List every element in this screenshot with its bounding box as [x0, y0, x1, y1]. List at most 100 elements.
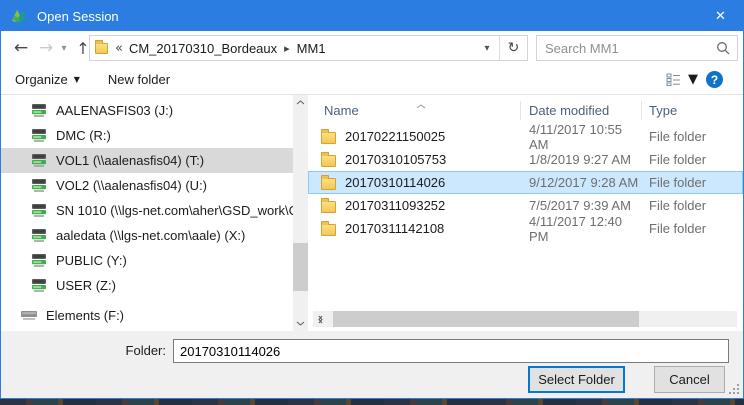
- open-session-dialog: Open Session ✕ ← → ▾ ↑ « CM_20170310_Bor…: [0, 0, 744, 399]
- sidebar-item-label: Elements (F:): [46, 308, 124, 323]
- file-type: File folder: [642, 175, 743, 190]
- column-headers: Name Date modified Type: [308, 95, 743, 125]
- sidebar-item-label: VOL2 (\\aalenasfis04) (U:): [56, 178, 207, 193]
- cancel-button[interactable]: Cancel: [654, 366, 725, 393]
- sidebar-item-drive-j[interactable]: AALENASFIS03 (J:): [1, 98, 293, 123]
- organize-button[interactable]: Organize ▼: [7, 68, 88, 92]
- file-name: 20170310114026: [345, 175, 445, 190]
- file-row[interactable]: 20170310105753 1/8/2019 9:27 AM File fol…: [308, 148, 743, 171]
- file-date-modified: 9/12/2017 9:28 AM: [521, 175, 642, 190]
- file-date-modified: 1/8/2019 9:27 AM: [521, 152, 642, 167]
- change-view-button[interactable]: ▼: [666, 72, 698, 87]
- folder-icon: [321, 224, 336, 236]
- file-date-modified: 4/11/2017 12:40 PM: [521, 214, 642, 244]
- file-row[interactable]: 20170221150025 4/11/2017 10:55 AM File f…: [308, 125, 743, 148]
- network-drive-icon: [31, 229, 47, 242]
- file-name: 20170311142108: [345, 221, 444, 236]
- network-drive-icon: [31, 204, 47, 217]
- sidebar-item-drive-r[interactable]: DMC (R:): [1, 123, 293, 148]
- app-icon: [10, 8, 28, 24]
- folder-name-input[interactable]: [173, 339, 729, 363]
- scroll-up-icon[interactable]: [293, 95, 308, 110]
- folder-icon: [321, 201, 336, 213]
- search-box: [536, 35, 738, 61]
- file-type: File folder: [642, 198, 743, 213]
- recent-locations-chevron-icon[interactable]: ▾: [57, 31, 71, 65]
- file-list-horizontal-scrollbar[interactable]: [313, 311, 737, 327]
- title-bar: Open Session ✕: [1, 1, 743, 31]
- sidebar-item-label: aaledata (\\lgs-net.com\aale) (X:): [56, 228, 245, 243]
- scroll-down-icon[interactable]: [293, 316, 308, 331]
- view-dropdown-icon: ▼: [688, 72, 698, 87]
- sidebar-item-label: PUBLIC (Y:): [56, 253, 127, 268]
- file-date-modified: 7/5/2017 9:39 AM: [521, 198, 642, 213]
- sidebar-item-label: SN 1010 (\\lgs-net.com\aher\GSD_work\Cit…: [56, 203, 293, 218]
- network-drive-icon: [31, 254, 47, 267]
- file-name: 20170221150025: [345, 129, 445, 144]
- window-title: Open Session: [37, 9, 119, 24]
- sidebar-item-drive-y[interactable]: PUBLIC (Y:): [1, 248, 293, 273]
- file-type: File folder: [642, 129, 743, 144]
- folder-field-label: Folder:: [86, 343, 166, 358]
- sidebar-item-drive-u[interactable]: VOL2 (\\aalenasfis04) (U:): [1, 173, 293, 198]
- folder-icon: [321, 178, 336, 190]
- refresh-icon[interactable]: ↻: [500, 40, 527, 56]
- address-bar[interactable]: « CM_20170310_Bordeaux ▸ MM1 ▾ ↻: [89, 35, 528, 61]
- dialog-footer: Folder: Select Folder Cancel: [1, 331, 743, 398]
- sidebar-vertical-scrollbar[interactable]: [293, 95, 308, 331]
- new-folder-button[interactable]: New folder: [100, 68, 178, 92]
- column-header-type[interactable]: Type: [642, 101, 743, 120]
- breadcrumb-folder-icon: [95, 43, 108, 54]
- hard-drive-icon: [21, 310, 37, 321]
- sidebar-item-drive-t-selected[interactable]: VOL1 (\\aalenasfis04) (T:): [1, 148, 293, 173]
- sidebar-item-drive-z[interactable]: USER (Z:): [1, 273, 293, 298]
- main-area: AALENASFIS03 (J:) DMC (R:) VOL1 (\\aalen…: [1, 95, 743, 331]
- search-icon[interactable]: [709, 41, 737, 55]
- scrollbar-thumb[interactable]: [333, 311, 639, 327]
- breadcrumb-segment-current[interactable]: MM1: [294, 41, 329, 56]
- resize-grip-icon[interactable]: [729, 384, 739, 394]
- breadcrumb-separator-icon: ▸: [280, 42, 294, 55]
- folder-icon: [321, 155, 336, 167]
- file-name: 20170310105753: [345, 152, 446, 167]
- drive-tree: AALENASFIS03 (J:) DMC (R:) VOL1 (\\aalen…: [1, 95, 293, 331]
- scrollbar-thumb[interactable]: [293, 243, 308, 291]
- breadcrumb-collapsed[interactable]: «: [108, 41, 126, 56]
- back-icon[interactable]: ←: [9, 31, 33, 65]
- organize-label: Organize: [15, 72, 68, 87]
- help-button[interactable]: ?: [706, 71, 723, 88]
- sidebar-item-label: DMC (R:): [56, 128, 111, 143]
- forward-icon[interactable]: →: [34, 31, 58, 65]
- file-name: 20170311093252: [345, 198, 445, 213]
- organize-dropdown-icon: ▼: [74, 75, 80, 84]
- network-drive-icon: [31, 104, 47, 117]
- file-list-pane: Name Date modified Type 20170221150025 4…: [308, 95, 743, 331]
- sidebar-item-drive-x[interactable]: aaledata (\\lgs-net.com\aale) (X:): [1, 223, 293, 248]
- sidebar-item-sn1010[interactable]: SN 1010 (\\lgs-net.com\aher\GSD_work\Cit…: [1, 198, 293, 223]
- file-type: File folder: [642, 221, 743, 236]
- close-icon[interactable]: ✕: [698, 1, 743, 31]
- breadcrumb-segment-root[interactable]: CM_20170310_Bordeaux: [126, 41, 280, 56]
- address-dropdown-chevron-icon[interactable]: ▾: [475, 43, 499, 54]
- network-drive-icon: [31, 154, 47, 167]
- sidebar-item-label: VOL1 (\\aalenasfis04) (T:): [56, 153, 204, 168]
- new-folder-label: New folder: [108, 72, 170, 87]
- column-header-date-modified[interactable]: Date modified: [521, 101, 642, 120]
- search-input[interactable]: [537, 41, 709, 56]
- select-folder-button[interactable]: Select Folder: [528, 366, 625, 393]
- sidebar-item-elements-f[interactable]: Elements (F:): [1, 303, 293, 328]
- navigation-bar: ← → ▾ ↑ « CM_20170310_Bordeaux ▸ MM1 ▾ ↻: [1, 31, 743, 65]
- sidebar-item-label: USER (Z:): [56, 278, 116, 293]
- file-row[interactable]: 20170311142108 4/11/2017 12:40 PM File f…: [308, 217, 743, 240]
- network-drive-icon: [31, 179, 47, 192]
- desktop-background: [0, 399, 744, 405]
- network-drive-icon: [31, 129, 47, 142]
- file-date-modified: 4/11/2017 10:55 AM: [521, 122, 642, 152]
- column-header-name[interactable]: Name: [308, 101, 521, 120]
- navigation-pane: AALENASFIS03 (J:) DMC (R:) VOL1 (\\aalen…: [1, 95, 308, 331]
- details-view-icon: [666, 73, 681, 86]
- scroll-right-icon[interactable]: [313, 311, 328, 327]
- file-row-selected[interactable]: 20170310114026 9/12/2017 9:28 AM File fo…: [308, 171, 743, 194]
- file-type: File folder: [642, 152, 743, 167]
- network-drive-icon: [31, 279, 47, 292]
